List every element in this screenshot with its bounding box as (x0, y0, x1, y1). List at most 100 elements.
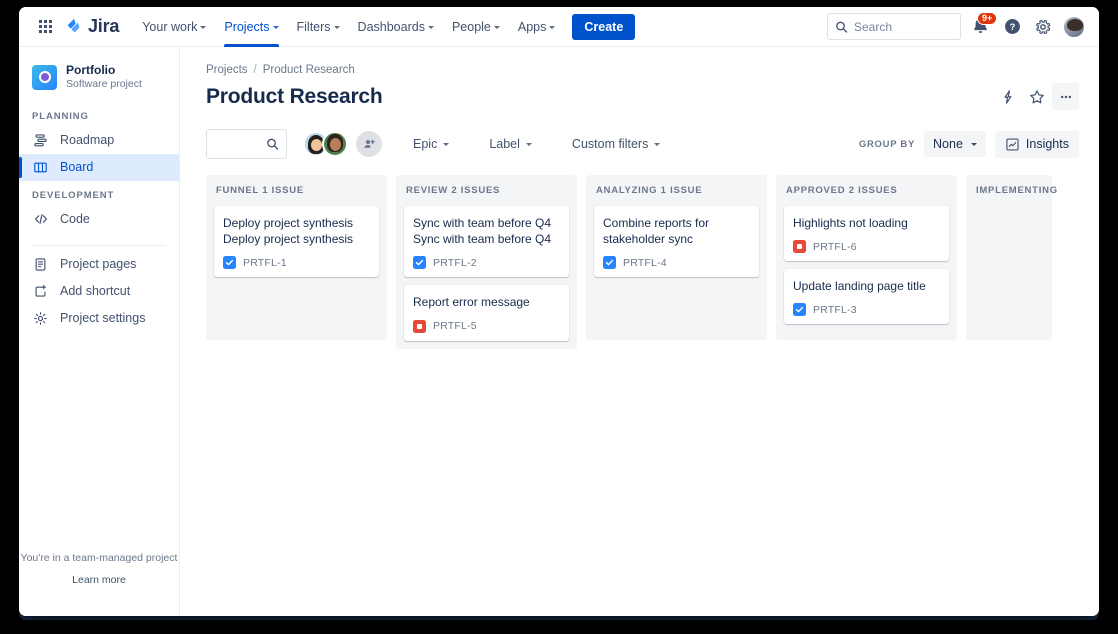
nav-item-filters[interactable]: Filters (288, 7, 349, 47)
issue-key[interactable]: PRTFL-2 (433, 257, 477, 269)
more-options-icon (1058, 89, 1074, 105)
project-sidebar: Portfolio Software project PLANNING Road… (19, 47, 180, 616)
board-column-implementing[interactable]: IMPLEMENTING (966, 175, 1052, 340)
sidebar-item-board[interactable]: Board (19, 154, 179, 181)
nav-item-dashboards[interactable]: Dashboards (349, 7, 443, 47)
question-circle-icon: ? (1003, 17, 1022, 36)
app-switcher-button[interactable] (33, 15, 57, 39)
issue-key[interactable]: PRTFL-6 (813, 241, 857, 253)
task-type-icon (603, 256, 616, 269)
nav-item-people[interactable]: People (443, 7, 509, 47)
group-by-select[interactable]: None (924, 131, 986, 157)
chevron-down-icon (494, 26, 500, 29)
avatar-user-2[interactable] (322, 131, 348, 157)
learn-more-link[interactable]: Learn more (72, 574, 126, 586)
column-header: REVIEW 2 ISSUES (404, 185, 569, 196)
create-button[interactable]: Create (572, 14, 635, 40)
browser-window: Jira Your work Projects Filters Dashboar… (19, 7, 1099, 616)
filter-label: Custom filters (572, 137, 648, 151)
star-icon (1029, 89, 1045, 105)
sidebar-item-label: Code (60, 212, 90, 226)
bug-type-icon (793, 240, 806, 253)
board-search-box[interactable] (206, 129, 287, 159)
code-brackets-icon (32, 211, 49, 228)
column-header: ANALYZING 1 ISSUE (594, 185, 759, 196)
sidebar-item-label: Add shortcut (60, 284, 130, 298)
nav-item-label: Projects (224, 20, 269, 34)
page-title-actions (994, 83, 1079, 110)
board-column-analyzing[interactable]: ANALYZING 1 ISSUE Combine reports for st… (586, 175, 767, 340)
issue-card[interactable]: Report error message PRTFL-5 (404, 285, 569, 340)
chevron-down-icon (971, 143, 977, 146)
task-type-icon (793, 303, 806, 316)
sidebar-divider (32, 245, 166, 246)
nav-item-projects[interactable]: Projects (215, 7, 287, 47)
page-title-row: Product Research (206, 83, 1079, 110)
nav-item-apps[interactable]: Apps (509, 7, 565, 47)
filter-label: Epic (413, 137, 437, 151)
global-search-input[interactable] (854, 20, 960, 34)
issue-summary: Sync with team before Q4 Sync with team … (413, 215, 560, 247)
issue-card[interactable]: Deploy project synthesis Deploy project … (214, 206, 379, 277)
sidebar-item-label: Roadmap (60, 133, 114, 147)
nav-item-your-work[interactable]: Your work (133, 7, 215, 47)
breadcrumb-item-projects[interactable]: Projects (206, 64, 248, 76)
page-icon (32, 256, 49, 273)
breadcrumb-item-product-research[interactable]: Product Research (263, 64, 355, 76)
grid-apps-icon (39, 20, 52, 33)
column-header: IMPLEMENTING (974, 185, 1044, 196)
more-options-button[interactable] (1052, 83, 1079, 110)
insights-label: Insights (1026, 137, 1069, 151)
issue-card[interactable]: Update landing page title PRTFL-3 (784, 269, 949, 324)
sidebar-item-roadmap[interactable]: Roadmap (19, 127, 179, 154)
project-avatar-icon (32, 65, 57, 90)
filter-custom-filters[interactable]: Custom filters (563, 131, 669, 157)
filter-label-dropdown[interactable]: Label (480, 131, 541, 157)
notifications-button[interactable]: 9+ (970, 16, 992, 38)
issue-key[interactable]: PRTFL-4 (623, 257, 667, 269)
board-column-funnel[interactable]: FUNNEL 1 ISSUE Deploy project synthesis … (206, 175, 387, 340)
star-button[interactable] (1023, 83, 1050, 110)
search-icon (835, 20, 848, 33)
issue-key[interactable]: PRTFL-5 (433, 320, 477, 332)
gear-icon (32, 310, 49, 327)
settings-button[interactable] (1032, 16, 1054, 38)
issue-meta: PRTFL-6 (793, 240, 940, 253)
automation-button[interactable] (994, 83, 1021, 110)
add-shortcut-icon (32, 283, 49, 300)
filter-epic[interactable]: Epic (404, 131, 458, 157)
sidebar-item-code[interactable]: Code (19, 206, 179, 233)
chevron-down-icon (273, 26, 279, 29)
board-column-review[interactable]: REVIEW 2 ISSUES Sync with team before Q4… (396, 175, 577, 349)
toolbar-right-group: GROUP BY None Insights (859, 131, 1079, 158)
chevron-down-icon (654, 143, 660, 146)
issue-card[interactable]: Combine reports for stakeholder sync PRT… (594, 206, 759, 277)
insights-button[interactable]: Insights (995, 131, 1079, 158)
board-column-approved[interactable]: APPROVED 2 ISSUES Highlights not loading… (776, 175, 957, 340)
chevron-down-icon (526, 143, 532, 146)
add-person-icon (362, 137, 376, 151)
sidebar-item-add-shortcut[interactable]: Add shortcut (19, 278, 179, 305)
project-header[interactable]: Portfolio Software project (19, 47, 179, 102)
gear-icon (1034, 18, 1052, 36)
kanban-board: FUNNEL 1 ISSUE Deploy project synthesis … (206, 175, 1079, 349)
add-people-button[interactable] (356, 131, 382, 157)
issue-card[interactable]: Sync with team before Q4 Sync with team … (404, 206, 569, 277)
sidebar-item-project-settings[interactable]: Project settings (19, 305, 179, 332)
issue-key[interactable]: PRTFL-3 (813, 304, 857, 316)
global-search-box[interactable] (827, 13, 961, 40)
bug-type-icon (413, 320, 426, 333)
issue-summary: Combine reports for stakeholder sync (603, 215, 750, 247)
profile-avatar[interactable] (1063, 16, 1085, 38)
global-navigation-bar: Jira Your work Projects Filters Dashboar… (19, 7, 1099, 47)
help-button[interactable]: ? (1001, 16, 1023, 38)
sidebar-item-project-pages[interactable]: Project pages (19, 251, 179, 278)
issue-key[interactable]: PRTFL-1 (243, 257, 287, 269)
project-meta: Portfolio Software project (66, 63, 142, 92)
board-search-input[interactable] (215, 137, 262, 151)
issue-meta: PRTFL-3 (793, 303, 940, 316)
issue-card[interactable]: Highlights not loading PRTFL-6 (784, 206, 949, 261)
jira-home-logo[interactable]: Jira (65, 16, 119, 37)
group-by-label: GROUP BY (859, 139, 915, 150)
nav-item-label: People (452, 20, 491, 34)
